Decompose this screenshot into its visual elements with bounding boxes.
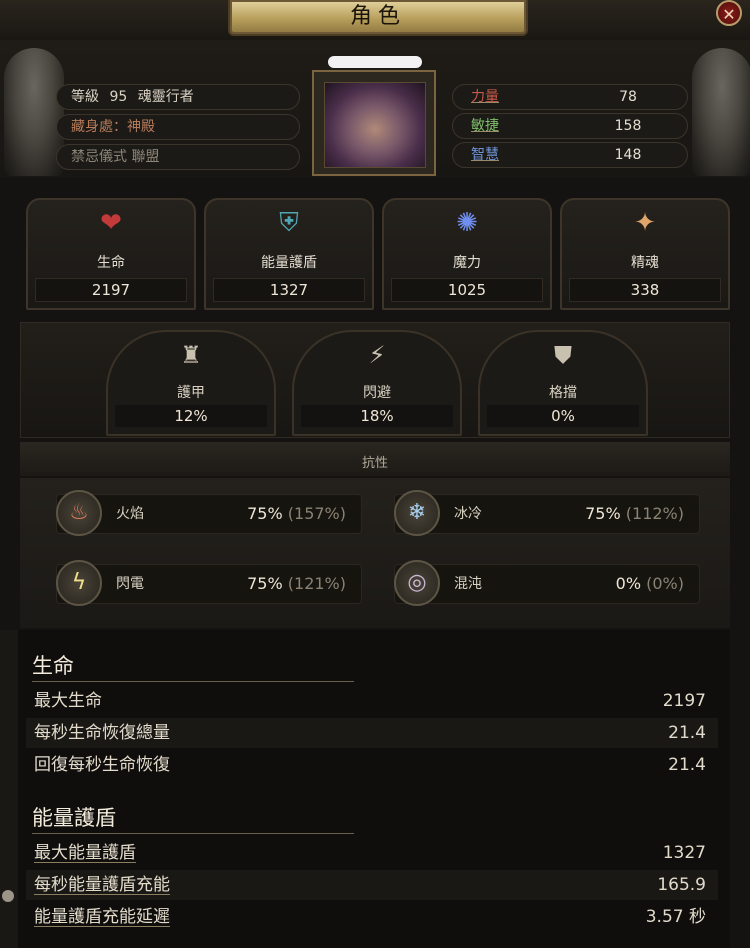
skull-icon xyxy=(2,890,14,902)
stat-value: 165.9 xyxy=(657,875,706,895)
attribute-dexterity[interactable]: 敏捷 158 xyxy=(452,113,688,139)
resistance-label: 閃電 xyxy=(116,576,144,592)
defense-label: 格擋 xyxy=(549,385,577,401)
evasion-icon: ⚡ xyxy=(368,341,386,369)
stat-label: 每秒生命恢復總量 xyxy=(34,723,170,743)
stats-panel xyxy=(18,630,730,948)
attribute-value: 78 xyxy=(619,89,637,105)
stat-value: 21.4 xyxy=(668,755,706,775)
stat-value: 3.57 秒 xyxy=(645,907,706,927)
resistance-label: 混沌 xyxy=(454,576,482,592)
mana-icon: ✺ xyxy=(456,208,478,238)
section-title-life: 生命 xyxy=(32,654,74,678)
resistance-label: 火焰 xyxy=(116,506,144,522)
spirit-icon: ✦ xyxy=(634,208,656,238)
resource-value: 1025 xyxy=(391,278,543,302)
defense-value: 12% xyxy=(115,405,267,427)
level-info: 等級 95 魂靈行者 xyxy=(56,84,300,110)
left-statue-icon xyxy=(4,48,64,176)
section-rule xyxy=(32,833,354,834)
close-button[interactable]: ✕ xyxy=(716,0,742,26)
fire-icon: ♨ xyxy=(56,490,102,536)
resource-label: 能量護盾 xyxy=(261,255,317,271)
stat-row[interactable]: 最大能量護盾 1327 xyxy=(26,838,718,868)
armour-icon: ♜ xyxy=(180,341,202,369)
chaos-icon: ◎ xyxy=(394,560,440,606)
resource-label: 精魂 xyxy=(631,255,659,271)
league-label: 禁忌儀式 聯盟 xyxy=(71,149,160,165)
stat-value: 1327 xyxy=(662,843,706,863)
resistance-title: 抗性 xyxy=(361,456,388,471)
stat-label: 能量護盾充能延遲 xyxy=(34,907,170,927)
resistance-value: 75% (157%) xyxy=(247,504,346,523)
cold-icon: ❄ xyxy=(394,490,440,536)
stat-row[interactable]: 每秒生命恢復總量 21.4 xyxy=(26,718,718,748)
attribute-strength[interactable]: 力量 78 xyxy=(452,84,688,110)
defense-label: 閃避 xyxy=(363,385,391,401)
character-portrait xyxy=(324,82,426,168)
stat-row[interactable]: 最大生命 2197 xyxy=(26,686,718,716)
stat-row[interactable]: 能量護盾充能延遲 3.57 秒 xyxy=(26,902,718,932)
resistance-value: 0% (0%) xyxy=(615,574,684,593)
defense-value: 18% xyxy=(301,405,453,427)
stat-value: 2197 xyxy=(662,691,706,711)
resource-value: 338 xyxy=(569,278,721,302)
heart-icon: ❤ xyxy=(100,208,122,238)
stat-row[interactable]: 每秒能量護盾充能 165.9 xyxy=(26,870,718,900)
attribute-value: 158 xyxy=(614,118,642,134)
hideout-info: 藏身處：神殿 xyxy=(56,114,300,140)
stat-label: 回復每秒生命恢復 xyxy=(34,755,170,775)
resource-label: 魔力 xyxy=(453,255,481,271)
resource-value: 1327 xyxy=(213,278,365,302)
section-title-energy-shield: 能量護盾 xyxy=(32,806,116,830)
character-name xyxy=(328,56,422,68)
level-value: 95 xyxy=(109,89,128,105)
attribute-label: 力量 xyxy=(471,89,499,105)
resistance-value: 75% (121%) xyxy=(247,574,346,593)
attribute-label: 智慧 xyxy=(471,147,499,163)
class-name: 魂靈行者 xyxy=(137,89,194,105)
right-statue-icon xyxy=(692,48,750,176)
resistance-label: 冰冷 xyxy=(454,506,482,522)
resistance-value: 75% (112%) xyxy=(585,504,684,523)
attribute-label: 敏捷 xyxy=(471,118,499,134)
defense-label: 護甲 xyxy=(177,385,205,401)
resource-value: 2197 xyxy=(35,278,187,302)
block-shield-icon: ⛊ xyxy=(554,341,572,369)
defense-value: 0% xyxy=(487,405,639,427)
attribute-intelligence[interactable]: 智慧 148 xyxy=(452,142,688,168)
attribute-value: 148 xyxy=(614,147,642,163)
hideout-label: 藏身處：神殿 xyxy=(71,119,155,135)
stat-label: 最大生命 xyxy=(34,691,102,711)
window-title: 角色 xyxy=(228,0,528,36)
resource-label: 生命 xyxy=(97,255,125,271)
stat-label: 最大能量護盾 xyxy=(34,843,136,863)
level-label: 等級 xyxy=(71,89,99,105)
lightning-icon: ϟ xyxy=(56,560,102,606)
stat-label: 每秒能量護盾充能 xyxy=(34,875,170,895)
section-rule xyxy=(32,681,354,682)
energy-shield-icon: ⛨ xyxy=(279,208,299,238)
stat-value: 21.4 xyxy=(668,723,706,743)
league-info: 禁忌儀式 聯盟 xyxy=(56,144,300,170)
stat-row[interactable]: 回復每秒生命恢復 21.4 xyxy=(26,750,718,780)
